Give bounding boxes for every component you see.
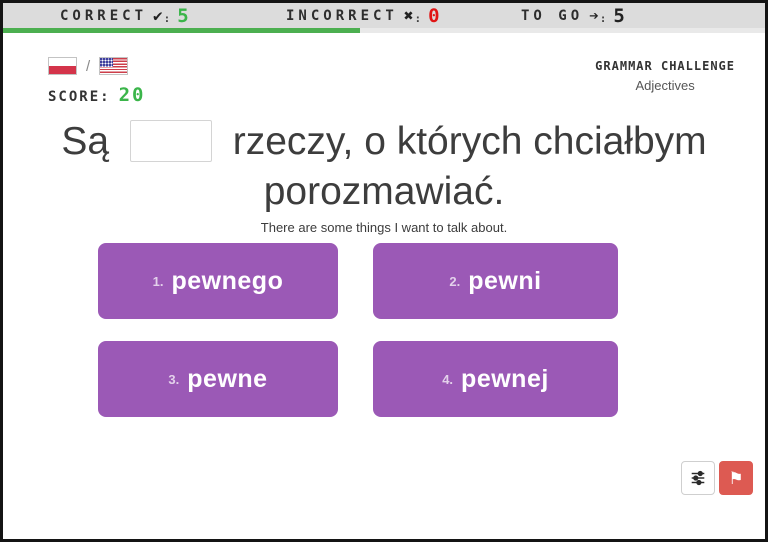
language-score-block: / SCORE: 20 <box>48 57 145 106</box>
progress-bar <box>3 28 765 33</box>
answer-text: pewni <box>468 266 542 295</box>
answer-text: pewnego <box>171 266 284 295</box>
answer-number: 1. <box>152 273 164 289</box>
settings-button[interactable] <box>681 461 715 495</box>
score-value: 20 <box>118 84 146 106</box>
report-flag-button[interactable]: ⚑ <box>719 461 753 495</box>
answer-number: 3. <box>168 371 180 387</box>
challenge-header: GRAMMAR CHALLENGE Adjectives <box>595 59 735 93</box>
challenge-subtitle: Adjectives <box>635 78 695 93</box>
incorrect-label: INCORRECT <box>286 7 398 24</box>
answer-option-4[interactable]: 4. pewnej <box>373 341 618 417</box>
answer-number: 2. <box>449 273 461 289</box>
correct-colon: : <box>163 12 171 25</box>
poland-flag-icon <box>48 57 77 75</box>
togo-colon: : <box>599 12 607 25</box>
arrow-right-icon: ➔ <box>589 6 599 25</box>
footer-actions: ⚑ <box>681 461 753 495</box>
sliders-icon <box>691 470 705 486</box>
x-icon: ✖ <box>403 6 414 25</box>
answer-blank-input[interactable] <box>129 119 212 162</box>
answer-option-2[interactable]: 2. pewni <box>373 243 618 319</box>
question-before-blank: Są <box>61 120 110 163</box>
incorrect-count: 0 <box>428 4 440 27</box>
correct-stat: CORRECT ✔ : 5 <box>60 3 189 28</box>
answer-text: pewnej <box>461 364 549 393</box>
incorrect-colon: : <box>414 12 422 25</box>
language-pair: / <box>48 57 145 75</box>
togo-stat: TO GO ➔ : 5 <box>521 3 625 28</box>
score-label: SCORE: <box>48 89 111 105</box>
answer-option-3[interactable]: 3. pewne <box>98 341 338 417</box>
stats-bar: CORRECT ✔ : 5 INCORRECT ✖ : 0 TO GO ➔ : … <box>3 3 765 28</box>
togo-label: TO GO <box>521 7 584 24</box>
answer-number: 4. <box>442 371 454 387</box>
progress-fill <box>3 28 360 33</box>
question-after-blank: rzeczy, o których chciałbym porozmawiać. <box>232 120 707 213</box>
score-row: SCORE: 20 <box>48 84 145 106</box>
answer-option-1[interactable]: 1. pewnego <box>98 243 338 319</box>
correct-count: 5 <box>177 4 189 27</box>
challenge-title: GRAMMAR CHALLENGE <box>595 59 735 73</box>
usa-flag-canton <box>100 58 114 67</box>
quiz-window: CORRECT ✔ : 5 INCORRECT ✖ : 0 TO GO ➔ : … <box>0 0 768 542</box>
check-icon: ✔ <box>153 6 163 25</box>
answer-text: pewne <box>187 364 268 393</box>
flag-icon: ⚑ <box>728 468 744 488</box>
language-separator: / <box>86 57 91 75</box>
answer-options: 1. pewnego 2. pewni 3. pewne 4. pewnej <box>98 243 618 417</box>
question-sentence: Są rzeczy, o których chciałbym porozmawi… <box>44 118 724 216</box>
incorrect-stat: INCORRECT ✖ : 0 <box>286 3 440 28</box>
correct-label: CORRECT <box>60 7 148 24</box>
togo-count: 5 <box>613 4 625 27</box>
question-translation: There are some things I want to talk abo… <box>260 220 508 235</box>
usa-flag-icon <box>99 57 129 75</box>
